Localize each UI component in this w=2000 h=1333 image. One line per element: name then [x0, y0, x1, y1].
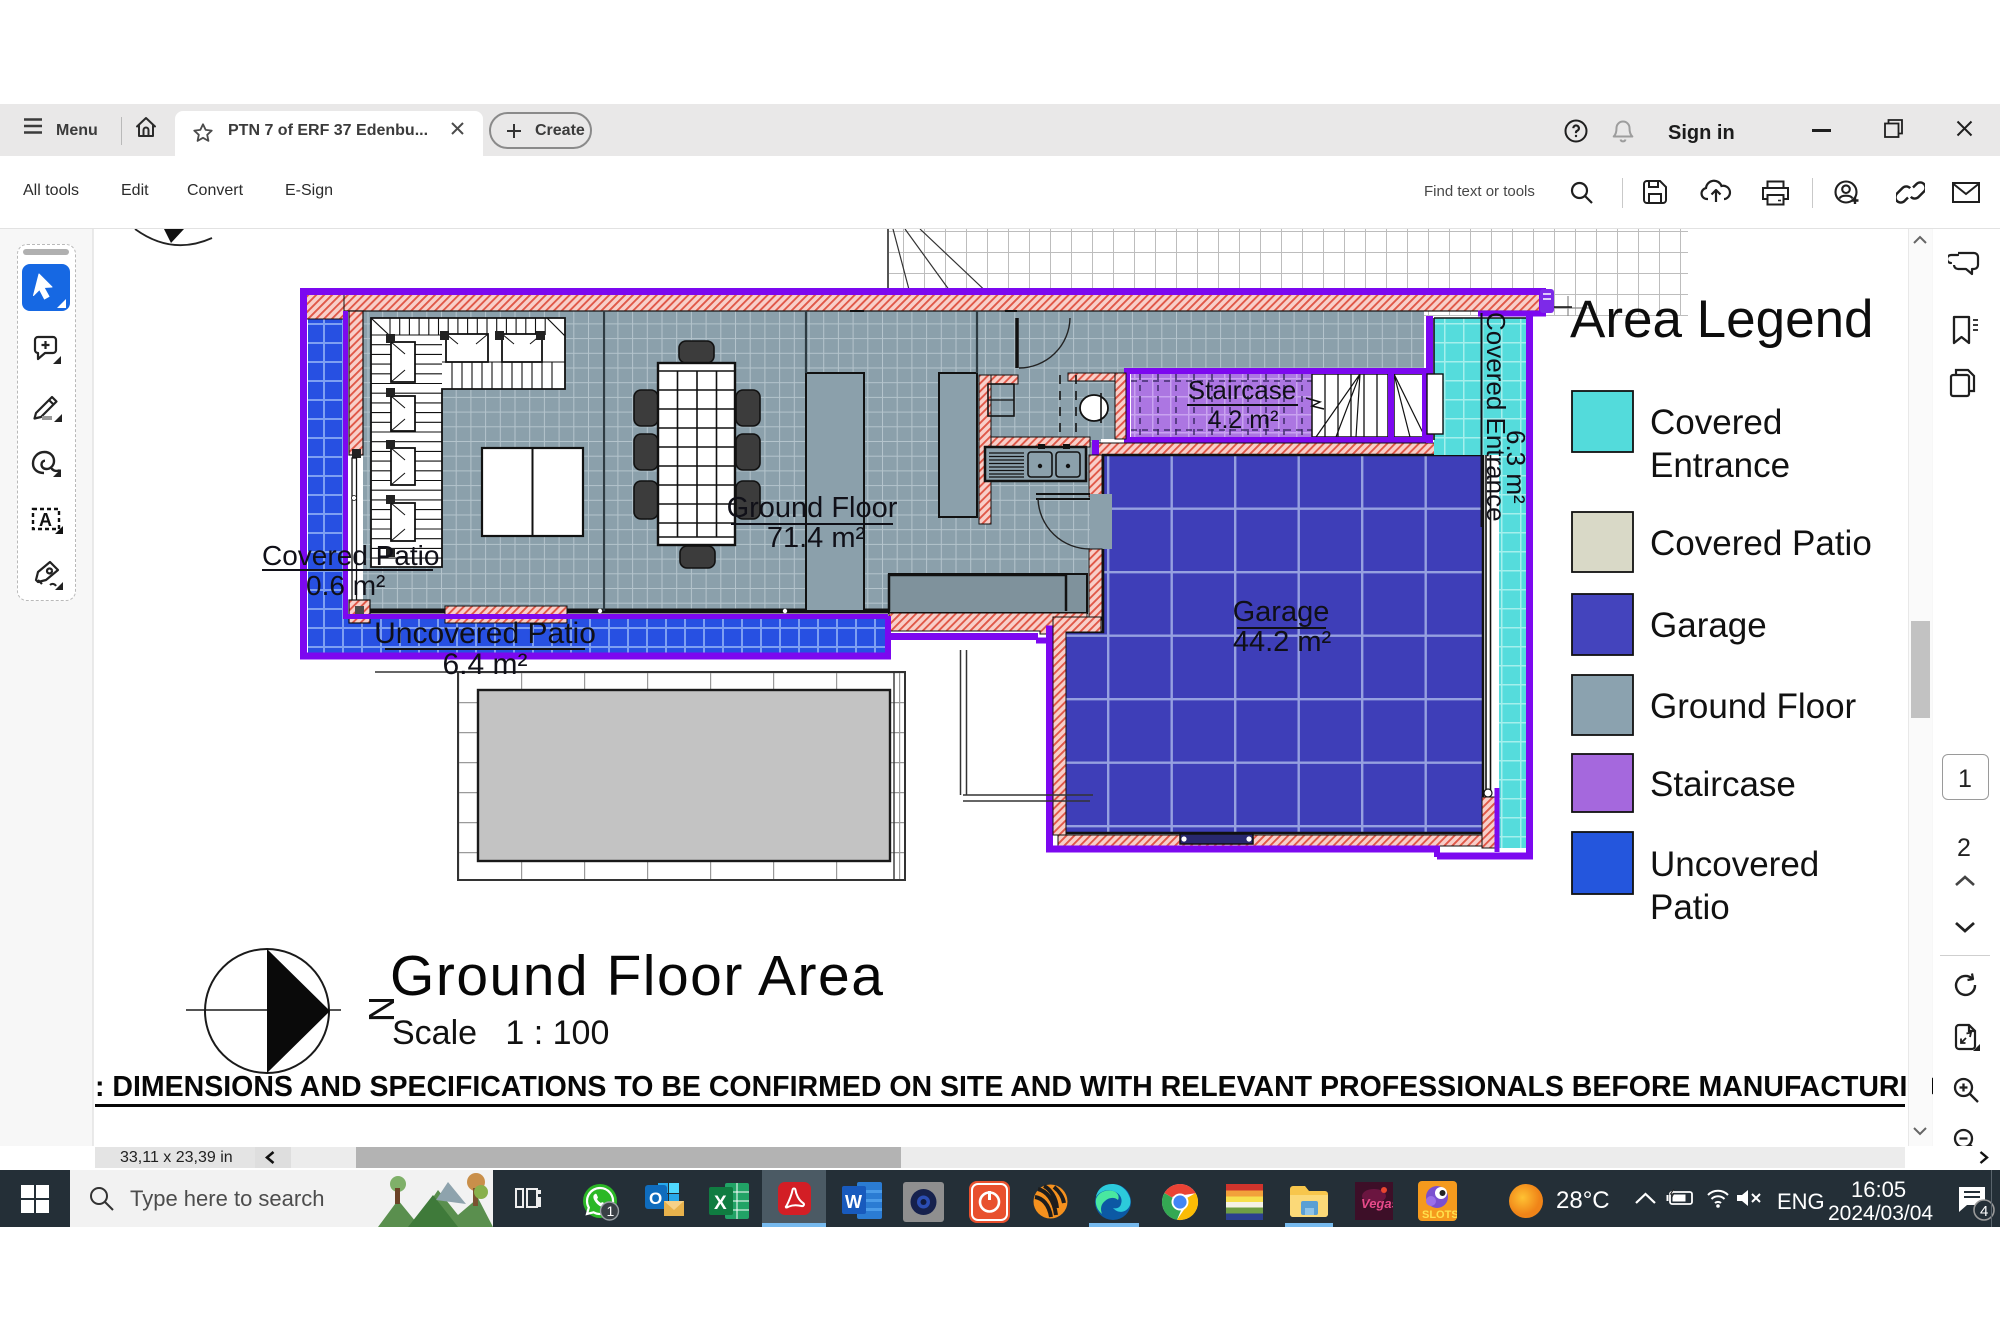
svg-text:W: W [845, 1192, 862, 1212]
svg-text:Covered Patio: Covered Patio [262, 540, 439, 571]
svg-text:4: 4 [1980, 1203, 1988, 1220]
svg-text:Garage: Garage [1233, 596, 1330, 628]
svg-text:Patio: Patio [1650, 888, 1730, 927]
svg-text:SLOTS: SLOTS [1422, 1209, 1457, 1221]
svg-text:71.4 m²: 71.4 m² [767, 522, 866, 554]
svg-text:Scale 1 : 100: Scale 1 : 100 [392, 1014, 609, 1052]
svg-text:0.6 m²: 0.6 m² [306, 570, 385, 601]
svg-text:Uncovered: Uncovered [1650, 845, 1819, 884]
svg-text:6.4 m²: 6.4 m² [442, 648, 527, 681]
svg-text:O: O [649, 1189, 662, 1208]
svg-text:1: 1 [607, 1203, 615, 1219]
svg-text:X: X [714, 1193, 727, 1214]
svg-text:4.2 m²: 4.2 m² [1208, 406, 1279, 434]
svg-text:Staircase: Staircase [1188, 375, 1296, 405]
svg-text:Ground Floor: Ground Floor [1650, 687, 1857, 726]
svg-text:Uncovered Patio: Uncovered Patio [374, 617, 596, 650]
svg-text:6.3 m²: 6.3 m² [1501, 430, 1531, 504]
svg-text:Ground Floor: Ground Floor [727, 492, 898, 524]
svg-text:Entrance: Entrance [1650, 446, 1790, 485]
svg-text:44.2 m²: 44.2 m² [1233, 626, 1332, 658]
svg-text:Vegas: Vegas [1361, 1196, 1393, 1211]
svg-text:A: A [39, 510, 52, 530]
svg-text:: DIMENSIONS AND SPECIFICATION: : DIMENSIONS AND SPECIFICATIONS TO BE CO… [95, 1071, 2000, 1103]
svg-text:Covered Patio: Covered Patio [1650, 524, 1872, 563]
svg-text:Covered: Covered [1650, 403, 1782, 442]
svg-text:Garage: Garage [1650, 606, 1767, 645]
svg-text:Staircase: Staircase [1650, 765, 1796, 804]
svg-text:Ground Floor Area: Ground Floor Area [390, 944, 884, 1008]
svg-text:Area Legend: Area Legend [1570, 290, 1874, 349]
